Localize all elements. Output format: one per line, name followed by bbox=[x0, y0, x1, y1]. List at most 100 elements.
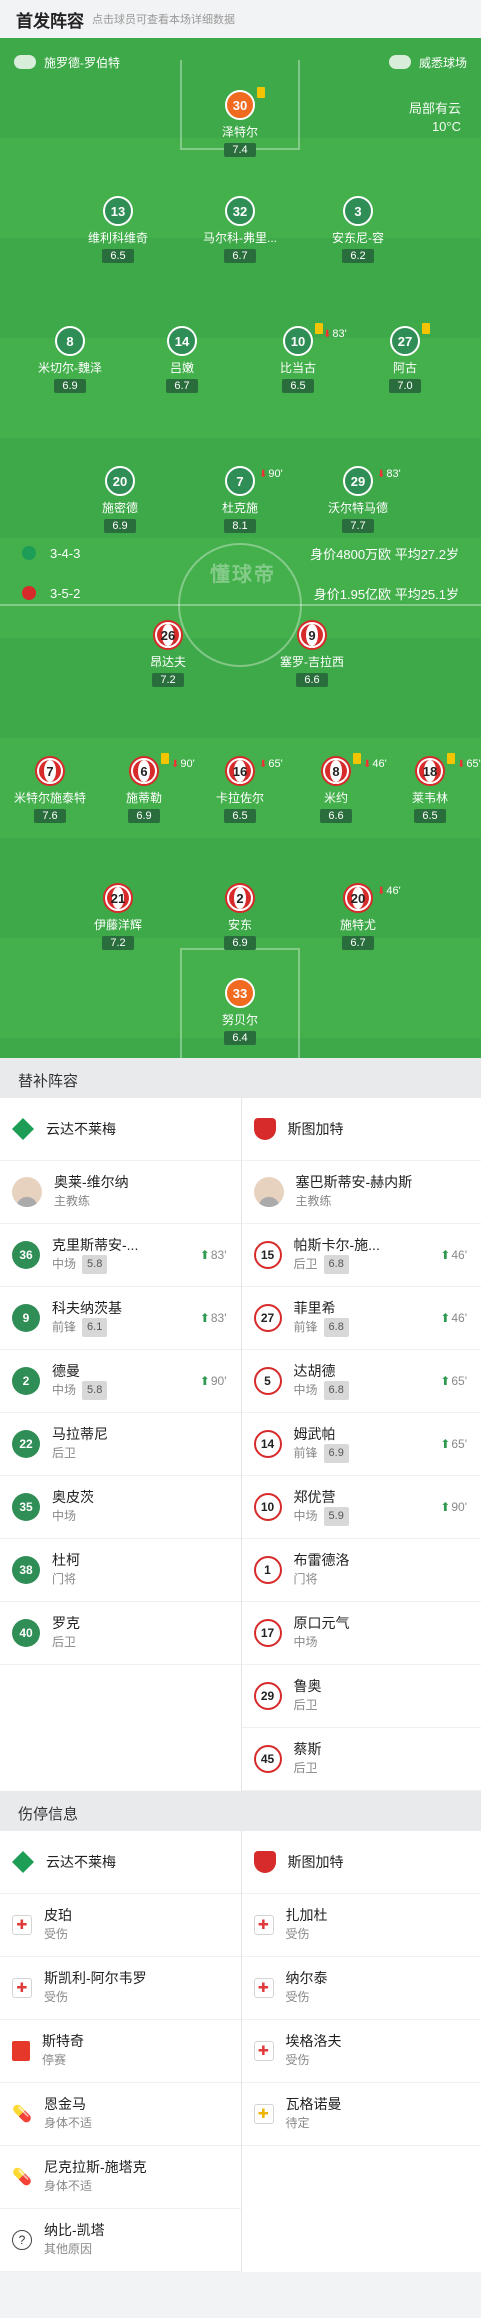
pitch: 懂球帝 施罗德-罗伯特 威悉球场 局部有云 10°C 30 泽特尔 7.4 13 … bbox=[0, 38, 481, 1058]
stuttgart-logo-icon bbox=[253, 1118, 276, 1140]
avatar bbox=[253, 1177, 284, 1207]
player[interactable]: 33 努贝尔 6.4 bbox=[185, 978, 295, 1046]
injury-row[interactable]: 斯特奇 停赛 bbox=[0, 2020, 241, 2083]
sub-in-time: 83' bbox=[200, 1311, 227, 1325]
player[interactable]: 3 安东尼-容 6.2 bbox=[303, 196, 413, 264]
player[interactable]: 6 90' 施蒂勒6.9 bbox=[89, 753, 199, 824]
medical-cross-icon: ✚ bbox=[12, 1978, 32, 1998]
player[interactable]: 26 昂达夫 7.2 bbox=[113, 620, 223, 688]
home-formation: 3-4-3 身价4800万欧 平均27.2岁 bbox=[0, 543, 481, 563]
injury-section-title: 伤停信息 bbox=[0, 1791, 481, 1831]
player[interactable]: 16 65' 卡拉佐尔6.5 bbox=[185, 756, 295, 824]
player[interactable]: 27 阿古 7.0 bbox=[350, 323, 460, 394]
sub-player-row[interactable]: 2德曼中场5.890' bbox=[0, 1350, 241, 1413]
sub-player-row[interactable]: 14姆武帕前锋6.965' bbox=[241, 1413, 481, 1476]
question-icon: ? bbox=[12, 2230, 32, 2250]
sub-player-row[interactable]: 40 罗克 后卫 bbox=[0, 1602, 241, 1665]
home-subs-column: 云达不莱梅 奥莱-维尔纳主教练 36克里斯蒂安-...中场5.883' 9科夫纳… bbox=[0, 1098, 241, 1791]
sub-in-time: 65' bbox=[440, 1437, 467, 1451]
yellow-card-icon bbox=[257, 87, 265, 98]
home-coach: 施罗德-罗伯特 bbox=[44, 55, 120, 70]
player[interactable]: 20 施密德 6.9 bbox=[65, 466, 175, 534]
subs-section-title: 替补阵容 bbox=[0, 1058, 481, 1098]
coach-row[interactable]: 奥莱-维尔纳 主教练 bbox=[0, 1161, 241, 1224]
player[interactable]: 30 泽特尔 7.4 bbox=[185, 87, 295, 158]
werder-bremen-logo-icon bbox=[12, 1118, 34, 1140]
werder-bremen-logo-icon bbox=[12, 1851, 34, 1873]
sub-player-row[interactable]: 22 马拉蒂尼 后卫 bbox=[0, 1413, 241, 1476]
player[interactable]: 29 83' 沃尔特马德7.7 bbox=[303, 466, 413, 534]
medical-cross-icon: ✚ bbox=[253, 1978, 274, 1998]
injury-row[interactable]: ✚ 斯凯利-阿尔韦罗 受伤 bbox=[0, 1957, 241, 2020]
sub-player-row[interactable]: 35 奥皮茨 中场 bbox=[0, 1476, 241, 1539]
sub-player-row[interactable]: 15帕斯卡尔-施...后卫6.846' bbox=[241, 1224, 481, 1287]
medical-cross-icon: ✚ bbox=[253, 2041, 274, 2061]
red-card-icon bbox=[12, 2041, 30, 2061]
player[interactable]: 14 吕嫩 6.7 bbox=[127, 326, 237, 394]
team-header: 斯图加特 bbox=[241, 1831, 481, 1894]
player[interactable]: 2 安东 6.9 bbox=[185, 883, 295, 951]
sub-player-row[interactable]: 10郑优营中场5.990' bbox=[241, 1476, 481, 1539]
player[interactable]: 7 90' 杜克施8.1 bbox=[185, 466, 295, 534]
weather: 局部有云 10°C bbox=[409, 100, 461, 136]
injury-row[interactable]: ✚ 纳尔泰 受伤 bbox=[241, 1957, 481, 2020]
player[interactable]: 21 伊藤洋辉 7.2 bbox=[63, 883, 173, 951]
stuttgart-logo-icon bbox=[253, 1851, 276, 1873]
away-injuries-column: 斯图加特 ✚ 扎加杜 受伤 ✚ 纳尔泰 受伤 ✚ 埃格洛夫 受伤 ✚ 瓦格诺曼 待定 bbox=[240, 1831, 481, 2272]
sub-in-time: 90' bbox=[200, 1374, 227, 1388]
sub-in-time: 65' bbox=[440, 1374, 467, 1388]
team-header: 斯图加特 bbox=[241, 1098, 481, 1161]
sub-player-row[interactable]: 9科夫纳茨基前锋6.183' bbox=[0, 1287, 241, 1350]
medical-cross-icon: ✚ bbox=[12, 1915, 32, 1935]
sub-out-time: 46' bbox=[377, 885, 400, 897]
stadium: 威悉球场 bbox=[418, 55, 467, 70]
injury-row[interactable]: 💊 尼克拉斯-施塔克 身体不适 bbox=[0, 2146, 241, 2209]
pill-icon: 💊 bbox=[12, 2169, 32, 2186]
sub-out-time: 83' bbox=[323, 328, 346, 340]
sub-in-time: 90' bbox=[440, 1500, 467, 1514]
medical-cross-yellow-icon: ✚ bbox=[253, 2104, 274, 2124]
injury-row[interactable]: ? 纳比-凯塔 其他原因 bbox=[0, 2209, 241, 2272]
sub-player-row[interactable]: 5达胡德中场6.865' bbox=[241, 1350, 481, 1413]
home-injuries-column: 云达不莱梅 ✚ 皮珀 受伤 ✚ 斯凯利-阿尔韦罗 受伤 斯特奇 停赛 💊 恩金马 身体不适 💊… bbox=[0, 1831, 241, 2272]
avatar bbox=[12, 1177, 42, 1207]
injury-row[interactable]: ✚ 埃格洛夫 受伤 bbox=[241, 2020, 481, 2083]
team-header: 云达不莱梅 bbox=[0, 1098, 241, 1161]
player[interactable]: 8 米切尔-魏泽 6.9 bbox=[15, 326, 125, 394]
sub-player-row[interactable]: 38 杜柯 门将 bbox=[0, 1539, 241, 1602]
weather-text: 局部有云 bbox=[408, 101, 461, 116]
lineup-header: 首发阵容 点击球员可查看本场详细数据 bbox=[0, 0, 481, 38]
lineup-subtitle: 点击球员可查看本场详细数据 bbox=[92, 14, 235, 26]
sub-out-time: 90' bbox=[259, 468, 282, 480]
player[interactable]: 13 维利科维奇 6.5 bbox=[63, 196, 173, 264]
yellow-card-icon bbox=[422, 323, 430, 334]
home-team-row: 施罗德-罗伯特 威悉球场 bbox=[0, 50, 481, 74]
sub-player-row[interactable]: 27菲里希前锋6.846' bbox=[241, 1287, 481, 1350]
injury-row[interactable]: ✚ 扎加杜 受伤 bbox=[241, 1894, 481, 1957]
player[interactable]: 32 马尔科-弗里... 6.7 bbox=[185, 196, 295, 264]
coach-row[interactable]: 塞巴斯蒂安-赫内斯 主教练 bbox=[241, 1161, 481, 1224]
injury-row[interactable]: 💊 恩金马 身体不适 bbox=[0, 2083, 241, 2146]
player[interactable]: 10 83' 比当古6.5 bbox=[243, 323, 353, 394]
stuttgart-logo-icon bbox=[22, 586, 36, 600]
sub-in-time: 46' bbox=[440, 1311, 467, 1325]
player[interactable]: 18 65' 莱韦林6.5 bbox=[375, 753, 481, 824]
sub-player-row[interactable]: 45 蔡斯 后卫 bbox=[241, 1728, 481, 1791]
player[interactable]: 9 塞罗-吉拉西 6.6 bbox=[257, 620, 367, 688]
yellow-card-icon bbox=[161, 753, 169, 764]
away-subs-column: 斯图加特 塞巴斯蒂安-赫内斯主教练 15帕斯卡尔-施...后卫6.846' 27… bbox=[240, 1098, 481, 1791]
sub-in-time: 46' bbox=[440, 1248, 467, 1262]
team-header: 云达不莱梅 bbox=[0, 1831, 241, 1894]
sub-player-row[interactable]: 17 原口元气 中场 bbox=[241, 1602, 481, 1665]
player[interactable]: 20 46' 施特尤6.7 bbox=[303, 883, 413, 951]
medical-cross-icon: ✚ bbox=[253, 1915, 274, 1935]
injury-row[interactable]: ✚ 瓦格诺曼 待定 bbox=[241, 2083, 481, 2146]
weather-temp: 10°C bbox=[431, 119, 461, 134]
yellow-card-icon bbox=[447, 753, 455, 764]
stadium-icon bbox=[388, 55, 411, 69]
sub-player-row[interactable]: 36克里斯蒂安-...中场5.883' bbox=[0, 1224, 241, 1287]
injury-row[interactable]: ✚ 皮珀 受伤 bbox=[0, 1894, 241, 1957]
werder-bremen-logo-icon bbox=[22, 546, 36, 560]
sub-player-row[interactable]: 29 鲁奥 后卫 bbox=[241, 1665, 481, 1728]
sub-player-row[interactable]: 1 布雷德洛 门将 bbox=[241, 1539, 481, 1602]
